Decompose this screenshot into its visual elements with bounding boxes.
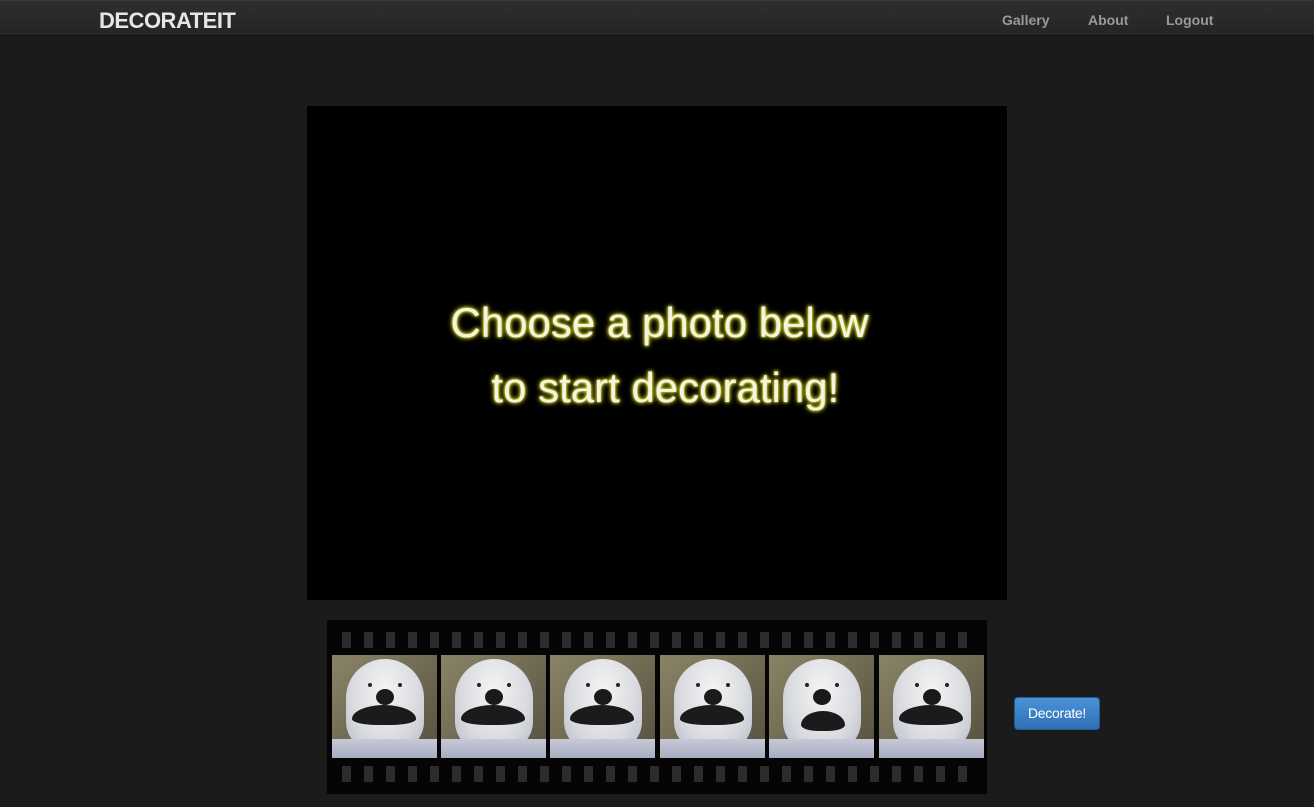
film-perforation [511, 632, 533, 648]
film-perforation [841, 632, 863, 648]
film-perforation [423, 766, 445, 782]
film-perforation [907, 632, 929, 648]
film-perforation [863, 632, 885, 648]
film-perforation [533, 632, 555, 648]
film-perforation [555, 632, 577, 648]
film-perforation [621, 632, 643, 648]
film-perforation [731, 766, 753, 782]
film-perforation [687, 766, 709, 782]
film-perforation [467, 766, 489, 782]
film-perforations-top [335, 632, 985, 648]
film-perforation [841, 766, 863, 782]
film-perforation [555, 766, 577, 782]
film-perforation [599, 766, 621, 782]
film-perforation [533, 766, 555, 782]
film-perforation [687, 632, 709, 648]
brand-logo[interactable]: DECORATEIT [99, 8, 236, 34]
film-perforation [401, 766, 423, 782]
film-perforation [577, 632, 599, 648]
film-perforation [445, 632, 467, 648]
canvas-prompt: Choose a photo below to start decorating… [307, 290, 1012, 420]
prompt-line-2: to start decorating! [479, 364, 840, 411]
photo-thumbnail-3[interactable] [550, 655, 655, 758]
film-perforation [643, 766, 665, 782]
film-perforation [357, 632, 379, 648]
film-perforation [907, 766, 929, 782]
nav-gallery-link[interactable]: Gallery [1002, 12, 1049, 28]
film-perforation [621, 766, 643, 782]
film-perforation [335, 632, 357, 648]
nav-logout-link[interactable]: Logout [1166, 12, 1213, 28]
film-perforation [885, 632, 907, 648]
photo-thumbnail-4[interactable] [660, 655, 765, 758]
film-perforation [445, 766, 467, 782]
photo-filmstrip [327, 620, 987, 794]
film-perforation [401, 632, 423, 648]
film-perforation [885, 766, 907, 782]
film-perforation [951, 766, 973, 782]
photo-thumbnail-2[interactable] [441, 655, 546, 758]
film-perforation [379, 766, 401, 782]
film-perforations-bottom [335, 766, 985, 782]
film-perforation [797, 766, 819, 782]
decorate-button[interactable]: Decorate! [1014, 697, 1100, 730]
film-perforation [929, 766, 951, 782]
film-perforation [665, 632, 687, 648]
filmstrip-frames [332, 655, 987, 758]
prompt-line-1: Choose a photo below [450, 299, 869, 346]
film-perforation [709, 632, 731, 648]
film-perforation [797, 632, 819, 648]
film-perforation [423, 632, 445, 648]
film-perforation [863, 766, 885, 782]
film-perforation [599, 632, 621, 648]
film-perforation [731, 632, 753, 648]
film-perforation [819, 766, 841, 782]
photo-thumbnail-6[interactable] [879, 655, 984, 758]
film-perforation [753, 632, 775, 648]
top-navbar: DECORATEIT Gallery About Logout [0, 0, 1314, 36]
film-perforation [489, 766, 511, 782]
film-perforation [357, 766, 379, 782]
film-perforation [775, 632, 797, 648]
nav-about-link[interactable]: About [1088, 12, 1128, 28]
film-perforation [379, 632, 401, 648]
film-perforation [467, 632, 489, 648]
film-perforation [753, 766, 775, 782]
photo-thumbnail-1[interactable] [332, 655, 437, 758]
film-perforation [643, 632, 665, 648]
film-perforation [819, 632, 841, 648]
film-perforation [511, 766, 533, 782]
decorate-canvas[interactable]: Choose a photo below to start decorating… [307, 106, 1007, 600]
film-perforation [775, 766, 797, 782]
photo-thumbnail-5[interactable] [769, 655, 874, 758]
film-perforation [577, 766, 599, 782]
film-perforation [709, 766, 731, 782]
film-perforation [929, 632, 951, 648]
film-perforation [489, 632, 511, 648]
film-perforation [335, 766, 357, 782]
film-perforation [951, 632, 973, 648]
film-perforation [665, 766, 687, 782]
